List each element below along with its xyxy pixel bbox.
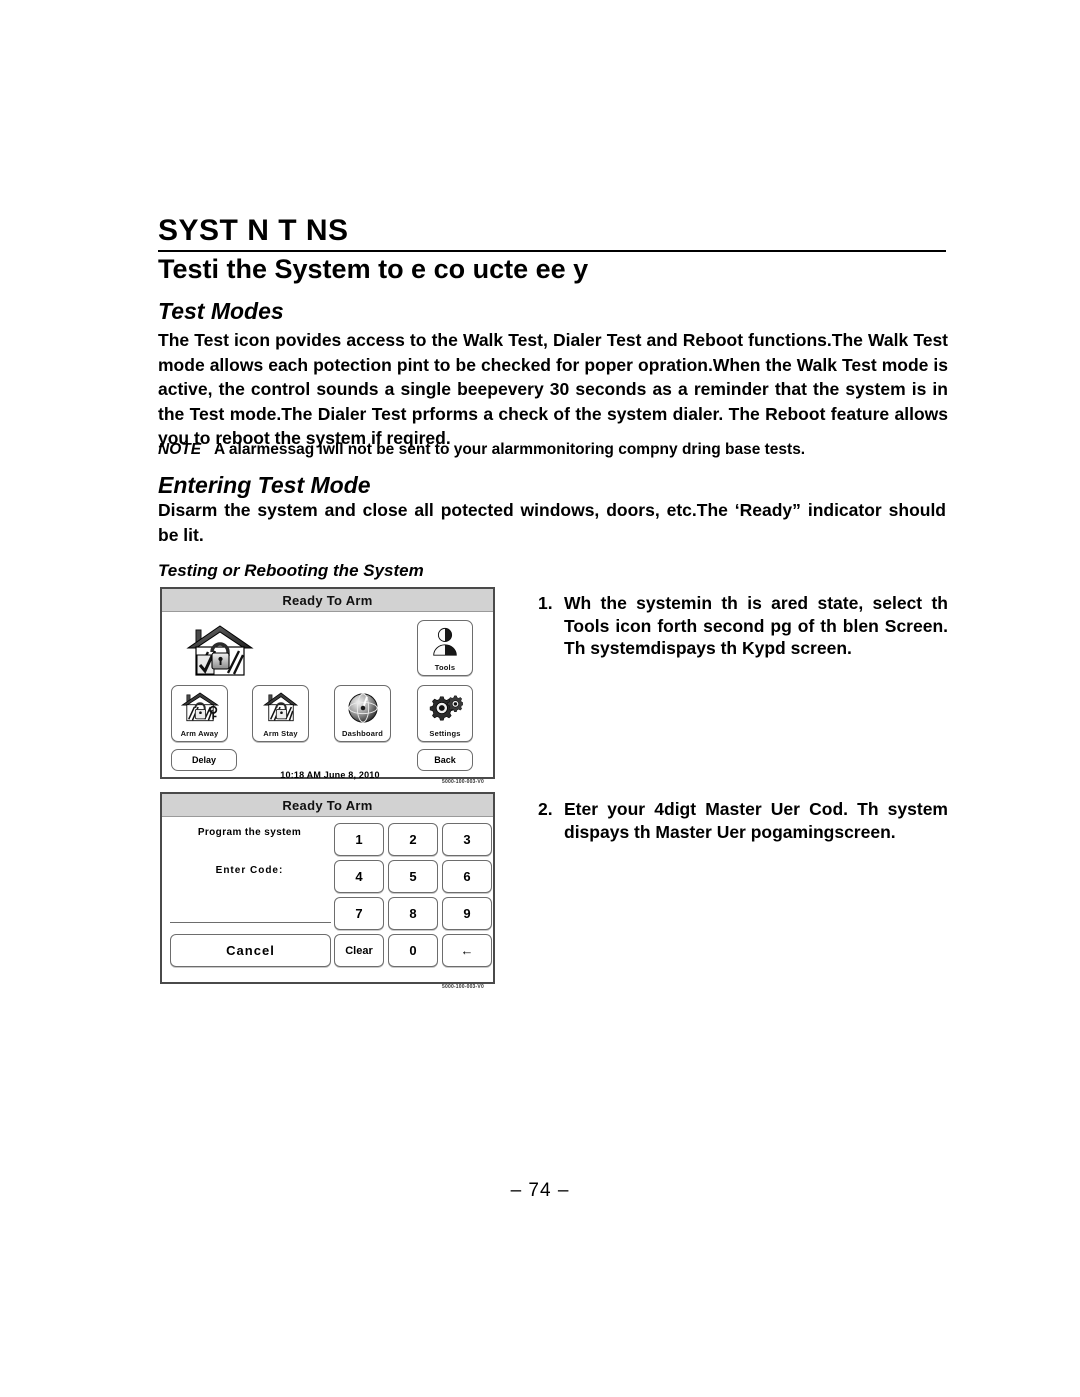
keypad-panel-title-bar: Ready To Arm: [162, 794, 493, 817]
gears-icon: [418, 686, 472, 729]
page-number: – 74 –: [510, 1180, 570, 1201]
step-2-number: 2.: [538, 799, 553, 819]
entering-test-mode-heading: Entering Test Mode: [158, 472, 371, 498]
settings-button-label: Settings: [429, 729, 461, 738]
home-figure-part-number: 5000-100-003-V0: [442, 779, 484, 785]
testing-or-rebooting-heading: Testing or Rebooting the System: [158, 561, 424, 580]
test-modes-note: NOTE A alarmessag iwll not be sent to yo…: [158, 440, 948, 460]
heading-divider-rule: [158, 250, 946, 252]
house-lock-key-icon: [172, 686, 227, 729]
arm-stay-button[interactable]: Arm Stay: [252, 685, 309, 742]
house-lock-icon: [253, 686, 308, 729]
keypad-key-2[interactable]: 2: [388, 823, 438, 856]
step-1-text: Wh the systemin th is ared state, select…: [564, 593, 948, 658]
home-screen-figure: Ready To Arm Tools Arm Away Arm Stay Das…: [160, 587, 495, 780]
step-1-number: 1.: [538, 593, 553, 613]
arm-stay-button-label: Arm Stay: [263, 729, 298, 738]
clear-button[interactable]: Clear: [334, 934, 384, 967]
backspace-button[interactable]: ←: [442, 934, 492, 967]
keypad-key-9[interactable]: 9: [442, 897, 492, 930]
clock-datetime: 10:18 AM June 8, 2010: [280, 770, 380, 780]
keypad-key-4[interactable]: 4: [334, 860, 384, 893]
test-modes-paragraph: The Test icon povides access to the Walk…: [158, 330, 948, 448]
home-panel-title-bar: Ready To Arm: [162, 589, 493, 612]
cancel-button[interactable]: Cancel: [170, 934, 331, 967]
back-button[interactable]: Back: [417, 749, 473, 771]
entering-test-mode-paragraph: Disarm the system and close all potected…: [158, 500, 946, 545]
keypad-screen-figure: Ready To Arm Program the system Enter Co…: [160, 792, 495, 984]
tools-button-label: Tools: [434, 663, 456, 672]
arm-away-button-label: Arm Away: [180, 729, 219, 738]
test-modes-heading: Test Modes: [158, 298, 284, 324]
instruction-step-2: 2. Eter your 4digt Master Uer Cod. Th sy…: [538, 798, 948, 843]
dashboard-button-label: Dashboard: [342, 729, 383, 738]
note-text: A alarmessag iwll not be sent to your al…: [213, 441, 806, 458]
keypad-figure-part-number: 5000-100-003-V0: [442, 984, 484, 990]
dashboard-button[interactable]: Dashboard: [334, 685, 391, 742]
keypad-key-5[interactable]: 5: [388, 860, 438, 893]
keypad-key-6[interactable]: 6: [442, 860, 492, 893]
keypad-key-7[interactable]: 7: [334, 897, 384, 930]
arm-away-button[interactable]: Arm Away: [171, 685, 228, 742]
keypad-key-1[interactable]: 1: [334, 823, 384, 856]
keypad-key-8[interactable]: 8: [388, 897, 438, 930]
keypad-panel-body: Program the system Enter Code: 1 2 3 4 5…: [162, 817, 493, 983]
settings-button[interactable]: Settings: [417, 685, 473, 742]
tools-button[interactable]: Tools: [417, 620, 473, 676]
home-panel-body: Tools Arm Away Arm Stay Dashboard Settin…: [162, 612, 493, 780]
delay-button[interactable]: Delay: [171, 749, 237, 771]
step-2-text: Eter your 4digt Master Uer Cod. Th syste…: [564, 799, 948, 842]
page-sub-heading: Testi the System to e co ucte ee y: [158, 254, 589, 284]
keypad-prompt-text: Program the system: [197, 827, 302, 838]
keypad-key-0[interactable]: 0: [388, 934, 438, 967]
manual-page: SYST N T NS Testi the System to e co uct…: [0, 0, 1080, 1397]
instruction-step-1: 1. Wh the systemin th is ared state, sel…: [538, 592, 948, 660]
enter-code-label: Enter Code:: [215, 865, 284, 876]
keypad-key-3[interactable]: 3: [442, 823, 492, 856]
user-person-icon: [418, 621, 472, 663]
gauge-globe-icon: [335, 686, 390, 729]
note-label: NOTE: [158, 441, 202, 458]
keypad-left-divider: [170, 922, 331, 923]
house-unlocked-check-icon: [184, 622, 256, 684]
page-section-heading: SYST N T NS: [158, 214, 349, 247]
